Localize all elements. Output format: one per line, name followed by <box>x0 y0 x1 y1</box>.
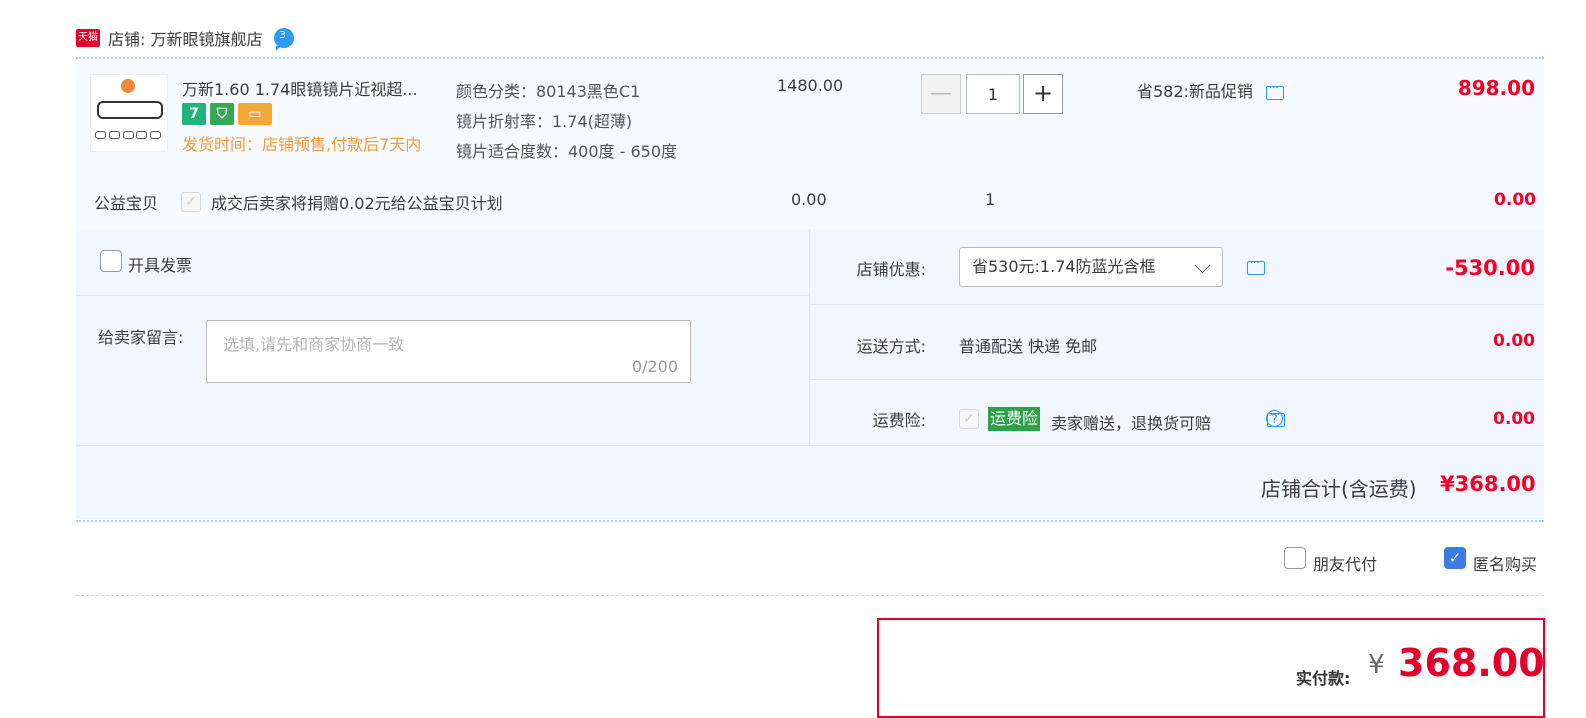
item-total: 898.00 <box>1457 76 1535 100</box>
comment-icon[interactable] <box>1247 255 1265 275</box>
chat-icon[interactable]: 3 <box>274 28 295 51</box>
glasses-image <box>97 101 163 119</box>
shipping-label: 运送方式: <box>856 337 926 356</box>
divider <box>76 295 809 296</box>
sku-refraction: 镜片折射率：1.74(超薄) <box>456 112 633 131</box>
friend-pay-checkbox[interactable] <box>1284 547 1306 569</box>
divider <box>810 304 1544 305</box>
anonymous-checkbox[interactable]: ✓ <box>1444 547 1466 569</box>
coupon-selected: 省530元:1.74防蓝光含框 <box>972 257 1156 276</box>
divider <box>810 379 1544 380</box>
anonymous-label[interactable]: 匿名购买 <box>1473 551 1537 575</box>
charity-text: 成交后卖家将捐赠0.02元给公益宝贝计划 <box>211 194 503 213</box>
shipping-amount: 0.00 <box>1493 331 1535 351</box>
credit-card-icon[interactable]: ▭ <box>238 103 272 125</box>
invoice-checkbox[interactable] <box>100 250 122 272</box>
charity-label: 公益宝贝 <box>94 194 159 213</box>
payment-amount: 368.00 <box>1398 641 1545 685</box>
product-title[interactable]: 万新1.60 1.74眼镜镜片近视超... <box>182 76 444 100</box>
subtotal-value: ¥368.00 <box>1440 472 1536 496</box>
discount-label: 店铺优惠: <box>856 260 926 279</box>
memo-placeholder: 选填,请先和商家协商一致 <box>223 335 405 354</box>
comment-icon[interactable] <box>1266 80 1285 100</box>
sku-color: 颜色分类：80143黑色C1 <box>456 82 641 101</box>
discount-amount: -530.00 <box>1445 256 1535 280</box>
store-header: 天猫 店铺: 万新眼镜旗舰店 3 <box>76 26 295 51</box>
subtotal-label: 店铺合计(含运费) <box>1261 477 1417 501</box>
chevron-down-icon <box>1194 257 1211 274</box>
charity-total: 0.00 <box>1494 190 1536 210</box>
insurance-text: 卖家赠送，退换货可赔 <box>1051 414 1212 433</box>
divider <box>76 520 1544 522</box>
help-icon[interactable]: ? <box>1266 410 1283 427</box>
coupon-select[interactable]: 省530元:1.74防蓝光含框 <box>959 247 1223 287</box>
payment-label: 实付款: <box>1296 669 1351 688</box>
memo-char-count: 0/200 <box>631 357 678 376</box>
friend-pay-label[interactable]: 朋友代付 <box>1313 551 1377 575</box>
shipping-method: 普通配送 快递 免邮 <box>959 337 1098 356</box>
store-name[interactable]: 店铺: 万新眼镜旗舰店 <box>108 26 262 50</box>
promotion: 省582:新品促销 <box>1137 78 1285 102</box>
insurance-checkbox: ✓ <box>959 409 979 429</box>
divider <box>809 229 810 445</box>
glasses-variants-image <box>95 131 161 141</box>
promotion-text: 省582:新品促销 <box>1137 82 1253 101</box>
charity-price: 0.00 <box>791 190 827 209</box>
tmall-logo: 天猫 <box>76 29 100 47</box>
seven-day-return-icon[interactable]: 7 <box>182 103 206 125</box>
divider <box>76 445 1544 446</box>
ship-time: 发货时间：店铺预售,付款后7天内 <box>182 135 422 154</box>
unit-price: 1480.00 <box>777 76 844 95</box>
quantity-decrease-button[interactable]: — <box>921 74 961 114</box>
service-badges: 7 ⛉ ▭ <box>182 103 272 125</box>
guarantee-icon[interactable]: ⛉ <box>210 103 234 125</box>
product-thumbnail[interactable] <box>90 74 168 152</box>
charity-quantity: 1 <box>985 190 996 209</box>
quantity-input[interactable] <box>966 74 1020 114</box>
invoice-label[interactable]: 开具发票 <box>128 252 192 276</box>
charity-checkbox: ✓ <box>181 192 201 212</box>
memo-label: 给卖家留言: <box>98 328 184 347</box>
insurance-tag: 运费险 <box>988 407 1041 431</box>
brand-logo <box>121 79 135 93</box>
insurance-label: 运费险: <box>872 411 926 430</box>
insurance-amount: 0.00 <box>1493 409 1535 429</box>
currency-symbol: ¥ <box>1368 650 1385 680</box>
memo-textarea[interactable]: 选填,请先和商家协商一致 0/200 <box>206 320 691 383</box>
quantity-increase-button[interactable]: + <box>1023 74 1063 114</box>
divider <box>76 595 1544 596</box>
sku-power: 镜片适合度数：400度 - 650度 <box>456 142 678 161</box>
